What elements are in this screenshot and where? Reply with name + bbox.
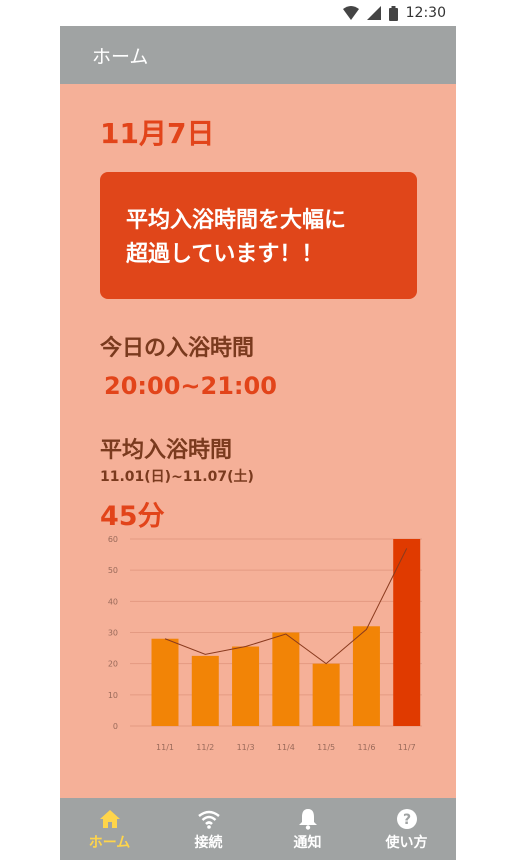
today-bath-time-title: 今日の入浴時間 [100,336,255,361]
chart-bar [191,655,219,726]
chart-bar [312,663,340,726]
today-bath-time-value: 20:00~21:00 [104,372,277,400]
bath-time-bar-chart: 0 10 20 30 40 50 60 11/1 11/2 11/3 11/4 11/5 11/6 11/… [108,535,422,752]
battery-icon [388,5,398,21]
alert-message-line2: 超過しています！！ [126,242,324,267]
status-bar: 12:30 [60,0,456,26]
nav-item-notifications[interactable]: 通知 [258,798,357,860]
x-tick-label: 11/5 [317,743,335,752]
home-icon [99,808,121,830]
x-tick-label: 11/3 [237,743,255,752]
y-tick-label: 40 [108,597,118,606]
chart-bar [272,632,300,726]
chart-bar [352,626,380,726]
help-icon: ? [396,808,418,830]
y-tick-label: 30 [108,629,118,638]
chart-bar [232,646,260,726]
svg-text:?: ? [402,812,410,828]
y-tick-label: 60 [108,535,118,544]
nav-item-connect[interactable]: 接続 [159,798,258,860]
wifi-signal-icon [342,6,359,20]
y-tick-label: 0 [113,722,118,731]
app-bar-title: ホーム [92,45,149,68]
bottom-navigation: ホーム 接続 通知 ? 使い方 [60,798,456,860]
nav-label-help: 使い方 [385,835,428,851]
average-bath-time-title: 平均入浴時間 [100,438,233,463]
nav-item-help[interactable]: ? 使い方 [357,798,456,860]
nav-label-home: ホーム [88,835,131,851]
current-date: 11月7日 [100,117,215,150]
x-tick-label: 11/7 [398,743,416,752]
bell-icon [298,808,318,830]
cell-signal-icon [366,6,381,20]
y-tick-label: 20 [108,660,118,669]
app-bar: ホーム [60,26,456,84]
nav-label-connect: 接続 [194,835,223,851]
status-time: 12:30 [405,5,446,21]
phone-screen: 12:30 ホーム 11月7日 平均入浴時間を大幅に 超過しています！！ 今日の… [60,0,456,860]
wifi-icon [197,808,221,830]
chart-bar [151,638,179,726]
x-tick-label: 11/6 [357,743,375,752]
x-tick-label: 11/2 [196,743,214,752]
y-tick-label: 50 [108,566,118,575]
nav-item-home[interactable]: ホーム [60,798,159,860]
nav-label-notifications: 通知 [293,835,322,851]
average-period: 11.01(日)~11.07(土) [100,469,254,485]
alert-message-line1: 平均入浴時間を大幅に [126,208,347,233]
x-tick-label: 11/1 [156,743,174,752]
y-tick-label: 10 [108,691,118,700]
x-tick-label: 11/4 [277,743,295,752]
alert-banner: 平均入浴時間を大幅に 超過しています！！ [100,172,417,299]
